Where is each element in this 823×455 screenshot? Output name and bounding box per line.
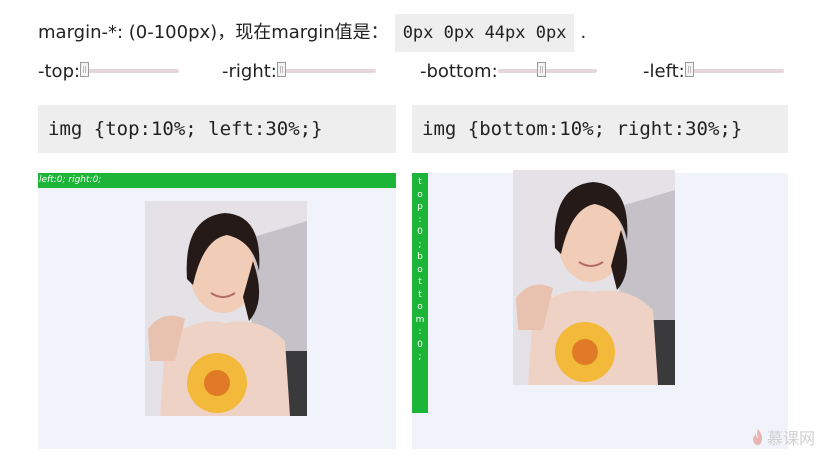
slider-left-label: -left: — [643, 60, 685, 82]
watermark-text: 慕课网 — [766, 429, 815, 448]
slider-right: -right: — [222, 58, 376, 84]
code-box-left: img {top:10%; left:30%;} — [38, 105, 396, 153]
flame-icon — [752, 429, 763, 445]
code-box-right: img {bottom:10%; right:30%;} — [412, 105, 788, 153]
right-green-bar: t o p:0; b o t t o m:0; — [412, 173, 428, 413]
demo-photo-right — [513, 170, 675, 385]
slider-left-thumb[interactable] — [684, 62, 694, 77]
slider-top-thumb[interactable] — [80, 62, 90, 77]
slider-left: -left: — [643, 58, 784, 84]
margin-description: margin-*: (0-100px)，现在margin值是： 0px 0px … — [38, 14, 587, 52]
slider-top-label: -top: — [38, 60, 81, 82]
slider-left-track[interactable] — [684, 62, 784, 77]
slider-right-thumb[interactable] — [276, 62, 286, 77]
slider-bottom: -bottom: — [420, 58, 597, 84]
demo-photo-left — [145, 201, 307, 416]
slider-bottom-thumb[interactable] — [537, 62, 547, 77]
slider-bottom-track[interactable] — [497, 62, 597, 77]
slider-right-label: -right: — [222, 60, 277, 82]
right-green-bar-label: t o p:0; b o t t o m:0; — [415, 177, 425, 362]
slider-top-track[interactable] — [80, 62, 180, 77]
margin-value-chip: 0px 0px 44px 0px — [394, 14, 575, 52]
intro-text: margin-*: (0-100px)，现在margin值是： — [38, 22, 389, 43]
watermark: 慕课网 — [752, 425, 815, 449]
slider-right-track[interactable] — [276, 62, 376, 77]
left-green-bar: left:0; right:0; — [38, 173, 396, 188]
slider-bottom-label: -bottom: — [420, 60, 498, 82]
slider-top: -top: — [38, 58, 180, 84]
period: . — [580, 22, 587, 43]
